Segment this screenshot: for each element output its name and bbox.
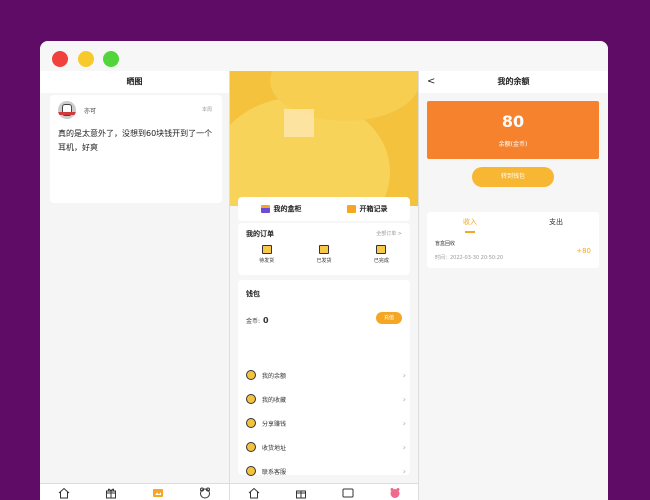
gift-icon: [295, 490, 306, 499]
tab-bar: 首页 盒柜 晒图 我的: [40, 483, 229, 500]
post-username: 亦可: [84, 108, 97, 115]
orders-card: 我的订单 全部订单 > 待发货 已发货 已完成: [238, 223, 410, 275]
record-amount: +80: [576, 247, 591, 255]
tab-expense[interactable]: 支出: [513, 212, 599, 234]
chevron-right-icon: ›: [402, 442, 406, 452]
share-icon: [246, 418, 256, 428]
location-icon: [246, 442, 256, 452]
home-icon: [248, 487, 259, 499]
feed-post[interactable]: 亦可 本周 真的是太意外了，没想到60块钱开到了一个耳机，好爽: [50, 95, 222, 203]
all-orders-link[interactable]: 全部订单 >: [376, 230, 402, 237]
quick-links: 我的盒柜 开箱记录: [238, 197, 410, 221]
page-title: 我的余额: [497, 77, 530, 86]
tab-gallery[interactable]: 晒图: [324, 484, 371, 500]
tab-mine[interactable]: 我的: [371, 484, 418, 500]
menu-my-balance[interactable]: 我的余额 ›: [246, 364, 406, 386]
feed-screen: 晒图 亦可 本周 真的是太意外了，没想到60块钱开到了一个耳机，好爽 首页 盒柜…: [40, 71, 230, 500]
menu-share-earn[interactable]: 分享赚钱 ›: [246, 412, 406, 434]
menu-address[interactable]: 收货地址 ›: [246, 436, 406, 458]
clipboard-icon: [376, 245, 387, 254]
tab-home[interactable]: 首页: [40, 484, 87, 500]
maximize-window-button[interactable]: [103, 51, 119, 67]
orders-title: 我的订单: [246, 230, 274, 238]
profile-screen: 我的盒柜 开箱记录 我的订单 全部订单 > 待发货 已发货 已完成 钱包 金币:…: [230, 71, 418, 500]
gift-icon: [105, 488, 116, 499]
tab-bar: 首页 盒柜 晒图 我的: [230, 483, 418, 500]
chevron-right-icon: ›: [402, 394, 406, 404]
ledger-card: 收入 支出 盲盒回收 时间：2022-03-30 20:50:20 +80: [427, 212, 599, 268]
balance-card: 80 余额(金币): [427, 101, 599, 159]
wallet-card: 钱包 金币: 0 充值 我的余额 › 我的收藏 › 分享赚钱 › 收货地址 › …: [238, 280, 410, 500]
post-time: 本周: [201, 107, 212, 113]
box-icon: [260, 205, 270, 213]
headset-icon: [246, 466, 256, 476]
balance-icon: [246, 370, 256, 380]
tab-gallery[interactable]: 晒图: [135, 484, 182, 500]
record-time: 时间：2022-03-30 20:50:20: [435, 255, 504, 261]
record-icon: [346, 205, 356, 213]
profile-banner: [230, 71, 418, 206]
heart-icon: [246, 394, 256, 404]
close-window-button[interactable]: [52, 51, 68, 67]
tab-home[interactable]: 首页: [230, 484, 277, 500]
app-window: 晒图 亦可 本周 真的是太意外了，没想到60块钱开到了一个耳机，好爽 首页 盒柜…: [40, 41, 608, 500]
balance-amount: 80: [501, 112, 525, 131]
avatar[interactable]: [58, 101, 76, 119]
gallery-icon: [153, 489, 164, 497]
truck-icon: [318, 245, 329, 254]
home-icon: [58, 487, 69, 499]
balance-header: < 我的余额: [419, 71, 608, 93]
record-name: 盲盒回收: [435, 241, 456, 247]
pending-box-icon: [261, 245, 272, 254]
gallery-icon: [342, 488, 353, 498]
chevron-right-icon: ›: [402, 418, 406, 428]
post-text: 真的是太意外了，没想到60块钱开到了一个耳机，好爽: [58, 129, 213, 152]
page-title: 晒图: [40, 71, 229, 93]
tab-box[interactable]: 盒柜: [87, 484, 134, 500]
order-completed[interactable]: 已完成: [353, 245, 410, 264]
user-icon: [200, 487, 211, 499]
tab-box[interactable]: 盒柜: [277, 484, 324, 500]
window-titlebar: [40, 41, 608, 71]
order-pending[interactable]: 待发货: [238, 245, 295, 264]
chevron-right-icon: ›: [402, 370, 406, 380]
menu-my-favorites[interactable]: 我的收藏 ›: [246, 388, 406, 410]
back-button[interactable]: <: [427, 71, 435, 93]
user-icon: [390, 488, 399, 498]
order-shipped[interactable]: 已发货: [295, 245, 352, 264]
transfer-to-wallet-button[interactable]: 转到钱包: [472, 167, 554, 187]
active-tab-indicator: [465, 231, 475, 233]
charge-button[interactable]: 充值: [376, 312, 402, 324]
tab-mine[interactable]: 我的: [182, 484, 229, 500]
minimize-window-button[interactable]: [78, 51, 94, 67]
chevron-right-icon: ›: [402, 466, 406, 476]
open-record-button[interactable]: 开箱记录: [324, 197, 410, 221]
balance-label: 余额(金币): [498, 141, 528, 148]
menu-contact-support[interactable]: 联系客服 ›: [246, 460, 406, 482]
balance-screen: < 我的余额 80 余额(金币) 转到钱包 收入 支出 盲盒回收 时间：2022…: [418, 71, 608, 500]
wallet-title: 钱包: [246, 290, 260, 298]
my-box-button[interactable]: 我的盒柜: [238, 197, 324, 221]
coins-balance: 金币: 0: [246, 316, 269, 325]
